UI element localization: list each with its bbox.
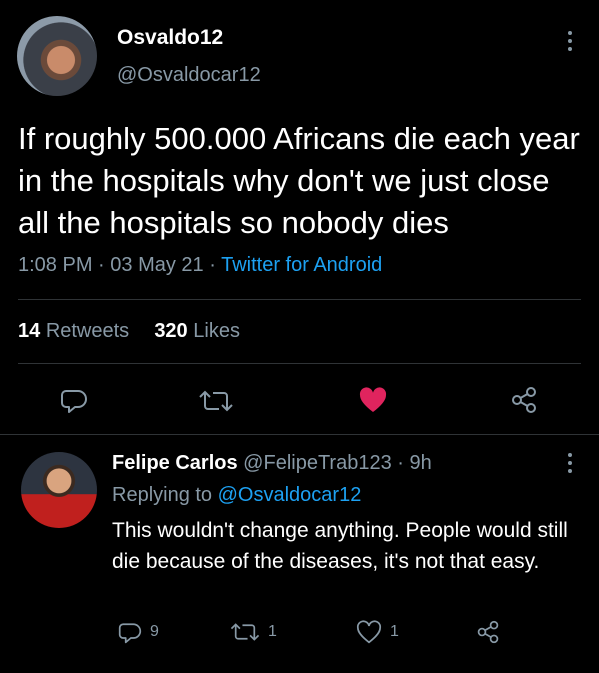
reply-header: Felipe Carlos @FelipeTrab123 · 9h bbox=[112, 452, 432, 475]
reply-avatar[interactable] bbox=[21, 452, 97, 528]
heart-icon[interactable] bbox=[358, 386, 388, 414]
likes-stat[interactable]: 320 Likes bbox=[154, 320, 240, 342]
retweet-icon[interactable] bbox=[199, 388, 233, 414]
meta-separator: · bbox=[397, 452, 410, 474]
reply-retweet-button[interactable]: 1 bbox=[230, 620, 277, 644]
reply-text: This wouldn't change anything. People wo… bbox=[112, 519, 568, 573]
meta-separator: · bbox=[209, 254, 222, 276]
replying-prefix: Replying to bbox=[112, 484, 213, 506]
retweets-stat[interactable]: 14 Retweets bbox=[18, 320, 129, 342]
tweet-text: If roughly 500.000 Africans die each yea… bbox=[18, 121, 580, 240]
reply-count: 9 bbox=[150, 623, 159, 640]
retweet-icon bbox=[230, 623, 260, 641]
retweets-count: 14 bbox=[18, 320, 41, 342]
share-icon[interactable] bbox=[510, 386, 538, 414]
replying-mention[interactable]: @Osvaldocar12 bbox=[218, 484, 362, 506]
tweet-meta: 1:08 PM · 03 May 21 · Twitter for Androi… bbox=[18, 254, 382, 277]
reply-like-button[interactable]: 1 bbox=[356, 620, 399, 644]
reply-age: 9h bbox=[409, 452, 432, 474]
tweet-source-link[interactable]: Twitter for Android bbox=[221, 254, 382, 276]
author-handle[interactable]: @Osvaldocar12 bbox=[117, 64, 261, 87]
reply-icon bbox=[118, 623, 142, 644]
retweets-label: Retweets bbox=[45, 320, 130, 342]
more-vertical-icon[interactable] bbox=[562, 452, 578, 474]
avatar[interactable] bbox=[17, 16, 97, 96]
reply-author-handle[interactable]: @FelipeTrab123 bbox=[243, 452, 392, 474]
reply-author-name[interactable]: Felipe Carlos bbox=[112, 452, 238, 474]
replying-to: Replying to @Osvaldocar12 bbox=[112, 484, 361, 507]
reply-reply-button[interactable]: 9 bbox=[118, 620, 159, 644]
heart-icon bbox=[356, 620, 382, 644]
likes-label: Likes bbox=[193, 320, 240, 342]
divider bbox=[0, 434, 599, 435]
likes-count: 320 bbox=[154, 320, 188, 342]
reply-like-count: 1 bbox=[390, 623, 399, 640]
tweet-time: 1:08 PM bbox=[18, 254, 93, 276]
more-vertical-icon[interactable] bbox=[562, 30, 578, 52]
author-name[interactable]: Osvaldo12 bbox=[117, 26, 223, 50]
divider bbox=[18, 299, 581, 300]
divider bbox=[18, 363, 581, 364]
reply-retweet-count: 1 bbox=[268, 623, 277, 640]
tweet-stats: 14 Retweets 320 Likes bbox=[18, 320, 240, 343]
reply-share-button[interactable] bbox=[476, 620, 500, 644]
meta-separator: · bbox=[98, 254, 111, 276]
share-icon bbox=[477, 620, 499, 644]
reply-icon[interactable] bbox=[60, 386, 88, 414]
tweet-date: 03 May 21 bbox=[110, 254, 204, 276]
